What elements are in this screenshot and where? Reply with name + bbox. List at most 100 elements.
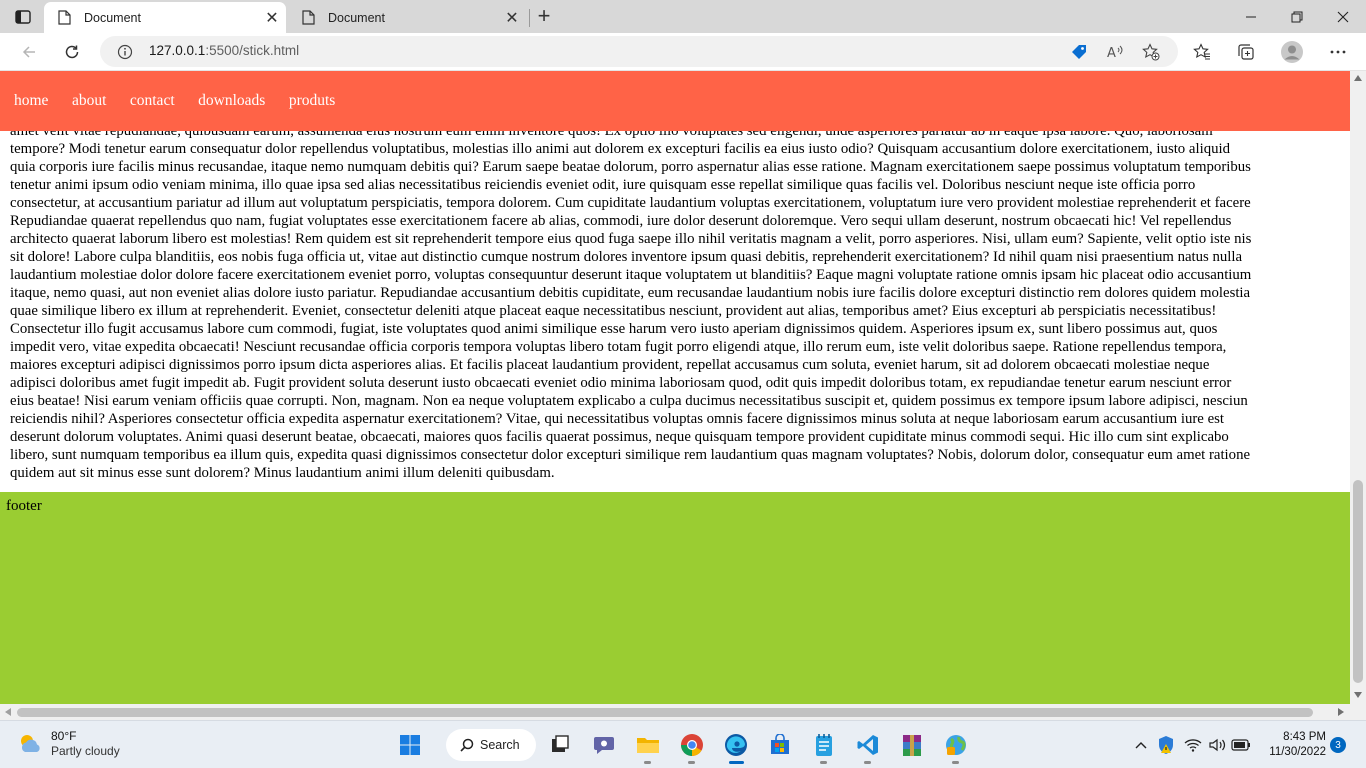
taskbar-search[interactable]: Search — [446, 729, 536, 761]
read-aloud-icon[interactable]: A — [1104, 41, 1126, 63]
winrar-button[interactable] — [895, 729, 929, 761]
url-host: 127.0.0.1 — [149, 43, 206, 58]
vertical-scrollbar[interactable] — [1350, 71, 1366, 704]
body-text-line: eius beatae! Nisi earum veniam officiis … — [10, 393, 1248, 409]
winrar-icon — [903, 735, 921, 756]
partly-cloudy-icon — [21, 735, 40, 752]
body-text-line: adipisci doloribus amet fugit impedit ab… — [10, 375, 1232, 391]
chrome-icon — [681, 734, 703, 756]
battery-tray-button[interactable] — [1230, 733, 1252, 757]
nav-link-contact[interactable]: contact — [130, 92, 175, 110]
security-tray-button[interactable] — [1155, 733, 1177, 757]
browser-tab-strip: Document ✕ Document ✕ + — [0, 0, 1366, 33]
body-text-line: impedit vero, vitae expedita obcaecati! … — [10, 339, 1227, 355]
document-page-icon — [302, 10, 316, 26]
refresh-button[interactable] — [57, 37, 87, 67]
body-text-line: Repudiandae quaerat repellendus quo nam,… — [10, 213, 1232, 229]
nav-link-produts[interactable]: produts — [289, 92, 336, 110]
body-text-line: laudantium molestiae dolor dolore facere… — [10, 267, 1252, 283]
body-text-line: Consectetur illo fugit accusamus labore … — [10, 321, 1218, 337]
notepad-button[interactable] — [807, 729, 841, 764]
shopping-tag-icon[interactable] — [1068, 41, 1090, 63]
nav-link-home[interactable]: home — [14, 92, 48, 110]
page-footer: footer — [0, 492, 1350, 704]
body-text-line: architecto quaerat laborum libero est mo… — [10, 231, 1252, 247]
edge-button[interactable] — [719, 729, 753, 764]
horizontal-scroll-thumb[interactable] — [17, 708, 1313, 717]
body-text-line: quia corporis iure facilis minus recusan… — [10, 159, 1251, 175]
back-button[interactable] — [14, 37, 44, 67]
svg-text:A: A — [1107, 46, 1116, 60]
windows-taskbar: 80°F Partly cloudy Search 8:43 PM 11/30/… — [0, 720, 1366, 768]
body-text-line: deserunt dolorum voluptates. Animi quasi… — [10, 429, 1229, 445]
vscode-button[interactable] — [851, 729, 885, 764]
scroll-left-arrow-icon[interactable] — [5, 708, 11, 716]
tab-title: Document — [328, 10, 385, 25]
battery-icon — [1231, 739, 1250, 751]
clock-date: 11/30/2022 — [1269, 746, 1326, 758]
url-text[interactable]: 127.0.0.1:5500/stick.html — [149, 43, 299, 58]
tab-document-active[interactable]: Document ✕ — [44, 2, 286, 33]
body-paragraph: amet velit vitae repudiandae, quibusdam … — [10, 122, 1350, 482]
body-text-line: reiciendis nihil? Asperiores consectetur… — [10, 411, 1225, 427]
clock-time: 8:43 PM — [1283, 731, 1326, 743]
store-button[interactable] — [763, 729, 797, 761]
body-text-line: quidem aut sit minus esse sunt dolorem? … — [10, 465, 555, 481]
notepad-icon — [816, 734, 832, 756]
settings-more-icon[interactable] — [1324, 38, 1352, 66]
tab-close-icon[interactable]: ✕ — [498, 6, 526, 30]
nav-link-about[interactable]: about — [72, 92, 106, 110]
task-view-icon — [552, 735, 569, 752]
body-text-line: consectetur, at accusantium pariatur ad … — [10, 195, 1251, 211]
profile-avatar[interactable] — [1278, 38, 1306, 66]
body-text-line: sit dolore! Labore culpa blanditiis, eos… — [10, 249, 1243, 265]
teams-chat-button[interactable] — [587, 729, 621, 761]
new-tab-button[interactable]: + — [530, 3, 558, 29]
footer-text: footer — [6, 498, 42, 514]
volume-tray-button[interactable] — [1207, 733, 1229, 757]
vscode-icon — [857, 735, 878, 755]
url-path: :5500/stick.html — [205, 43, 300, 58]
body-text-line: tempore? Modi tenetur earum consequatur … — [10, 141, 1231, 157]
nav-link-downloads[interactable]: downloads — [198, 92, 265, 110]
tab-actions-icon[interactable] — [10, 6, 36, 28]
address-bar[interactable]: 127.0.0.1:5500/stick.html A — [100, 36, 1178, 67]
favorites-icon[interactable] — [1188, 38, 1216, 66]
restore-button[interactable] — [1274, 0, 1320, 33]
search-icon — [460, 738, 474, 752]
tab-title: Document — [84, 10, 141, 25]
search-label: Search — [480, 738, 520, 752]
file-explorer-icon — [637, 738, 659, 753]
vertical-scroll-thumb[interactable] — [1353, 480, 1363, 683]
scroll-up-arrow-icon[interactable] — [1354, 75, 1362, 81]
start-button[interactable] — [393, 729, 427, 761]
add-favorite-icon[interactable] — [1140, 41, 1162, 63]
globe-app-button[interactable] — [939, 729, 973, 764]
weather-condition: Partly cloudy — [51, 744, 120, 758]
tab-close-icon[interactable]: ✕ — [258, 6, 286, 30]
taskbar-clock[interactable]: 8:43 PM 11/30/2022 — [1256, 730, 1326, 760]
show-hidden-icons-button[interactable] — [1130, 733, 1152, 757]
running-indicator — [688, 761, 695, 764]
chrome-button[interactable] — [675, 729, 709, 764]
weather-widget[interactable]: 80°F Partly cloudy — [16, 729, 120, 759]
teams-chat-icon — [594, 737, 614, 754]
collections-icon[interactable] — [1232, 38, 1260, 66]
shield-warning-icon — [1159, 736, 1173, 754]
task-view-button[interactable] — [543, 729, 577, 761]
active-indicator — [729, 761, 744, 764]
document-page-icon — [58, 10, 72, 26]
notification-count-badge[interactable]: 3 — [1330, 737, 1346, 753]
file-explorer-button[interactable] — [631, 729, 665, 764]
body-text-line: itaque, nemo quasi, aut non eveniet alia… — [10, 285, 1251, 301]
horizontal-scrollbar[interactable] — [0, 704, 1366, 720]
minimize-button[interactable] — [1228, 0, 1274, 33]
tab-document-inactive[interactable]: Document ✕ — [288, 2, 530, 33]
network-tray-button[interactable] — [1182, 733, 1204, 757]
scroll-right-arrow-icon[interactable] — [1338, 708, 1344, 716]
running-indicator — [952, 761, 959, 764]
scroll-down-arrow-icon[interactable] — [1354, 692, 1362, 698]
close-window-button[interactable] — [1320, 0, 1366, 33]
site-info-icon[interactable] — [116, 43, 133, 60]
weather-temperature: 80°F — [51, 729, 77, 743]
